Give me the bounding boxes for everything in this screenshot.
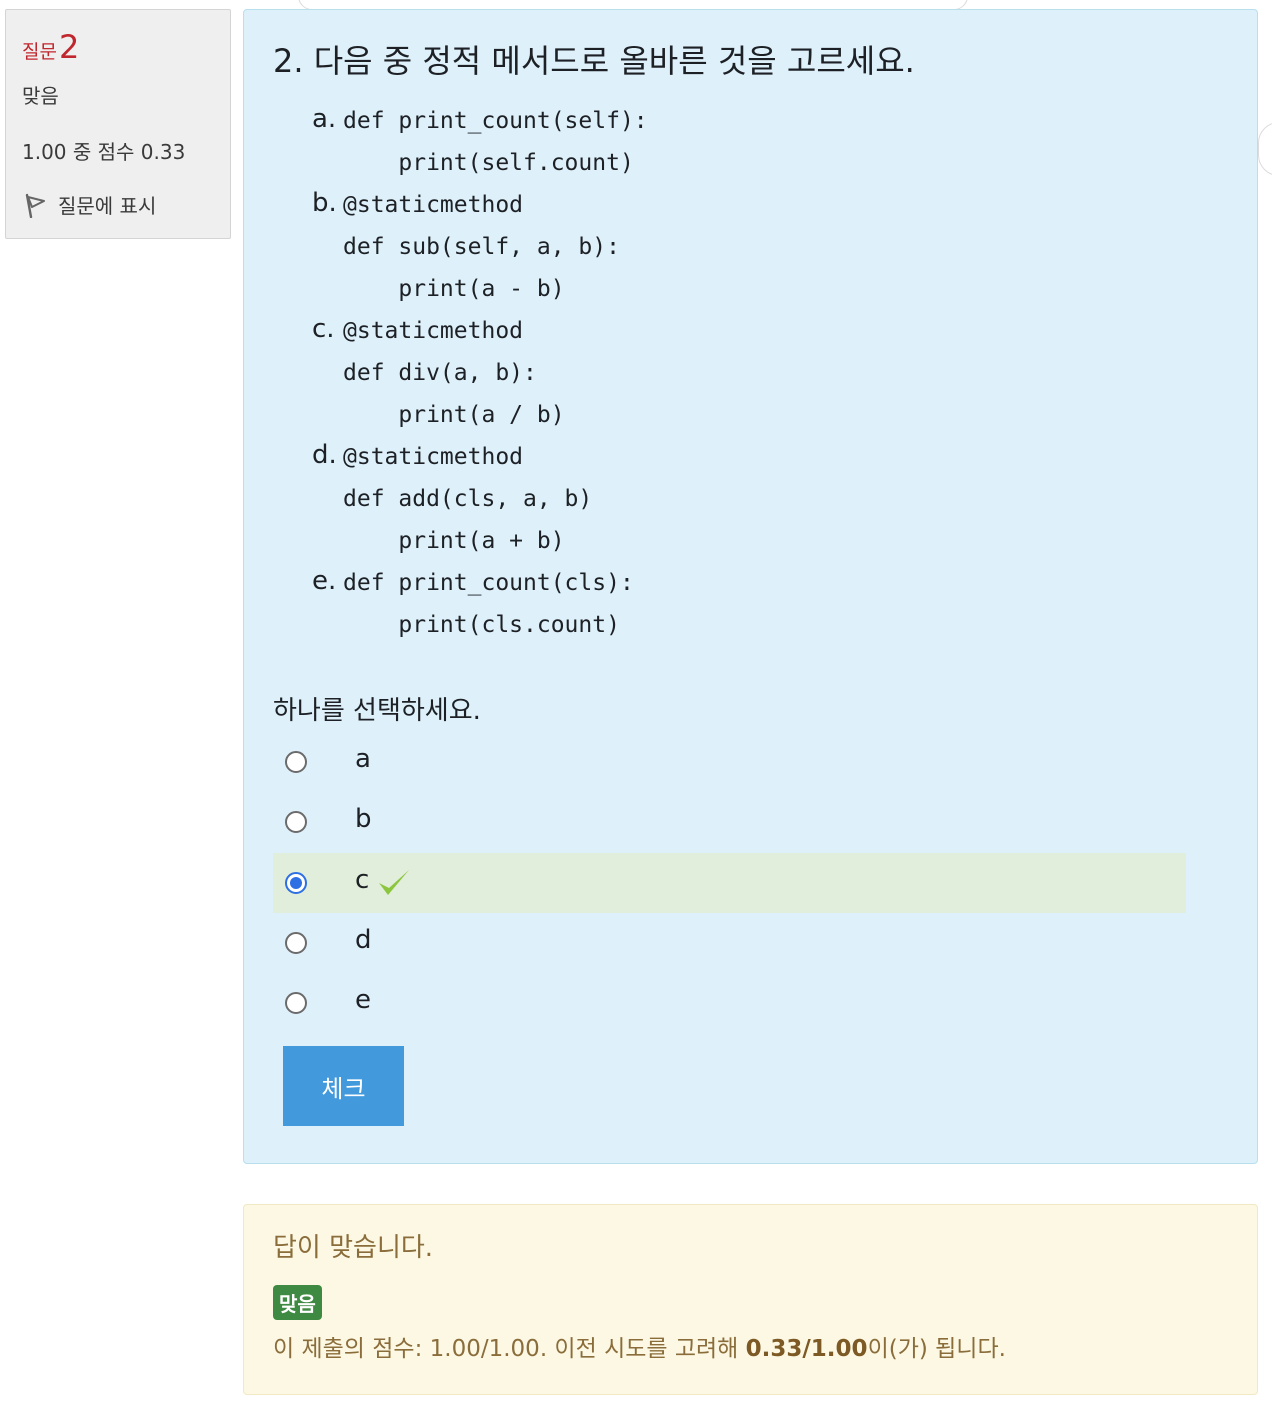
option-code-line: @staticmethod (343, 192, 524, 218)
check-button[interactable]: 체크 (283, 1046, 404, 1126)
feedback-box: 답이 맞습니다. 맞음 이 제출의 점수: 1.00/1.00. 이전 시도를 … (243, 1204, 1258, 1395)
answer-option[interactable]: c (273, 853, 1186, 913)
option-code-line: print(cls.count) (343, 612, 620, 638)
answer-label[interactable]: c (355, 865, 369, 895)
feedback-message: 답이 맞습니다. (273, 1233, 434, 1263)
option-code-line: def sub(self, a, b): (343, 234, 620, 260)
answer-radio[interactable] (285, 751, 307, 773)
option-letter: a. (312, 104, 337, 134)
answer-label[interactable]: e (355, 985, 371, 1015)
answer-option[interactable]: b (273, 792, 1186, 852)
question-grade: 1.00 중 점수 0.33 (22, 140, 186, 164)
option-code-line: print(a + b) (343, 528, 565, 554)
option-code-line: @staticmethod (343, 444, 524, 470)
answer-option[interactable]: a (273, 732, 1186, 792)
right-edge-control[interactable] (1258, 122, 1272, 176)
question-info-box: 질문2 맞음 1.00 중 점수 0.33 질문에 표시 (5, 9, 231, 239)
option-code-line: def add(cls, a, b) (343, 486, 593, 512)
question-text: 2. 다음 중 정적 메서드로 올바른 것을 고르세요. (273, 42, 915, 80)
option-code-line: print(self.count) (343, 150, 634, 176)
option-code-line: print(a - b) (343, 276, 565, 302)
question-number-value: 2 (58, 28, 80, 66)
flag-question-label: 질문에 표시 (58, 194, 157, 218)
answer-radio[interactable] (285, 992, 307, 1014)
answer-radio[interactable] (285, 811, 307, 833)
feedback-grade-bold: 0.33/1.00 (745, 1336, 868, 1362)
flag-icon (25, 193, 45, 218)
answer-label[interactable]: d (355, 925, 372, 955)
option-code-line: def print_count(cls): (343, 570, 634, 596)
answer-option[interactable]: d (273, 913, 1186, 973)
option-code-line: print(a / b) (343, 402, 565, 428)
question-state: 맞음 (22, 84, 59, 108)
answer-option[interactable]: e (273, 973, 1186, 1033)
correct-badge: 맞음 (273, 1285, 322, 1320)
option-letter: e. (312, 566, 337, 596)
question-content: 2. 다음 중 정적 메서드로 올바른 것을 고르세요. a. def print… (243, 9, 1258, 1164)
option-code-line: def div(a, b): (343, 360, 537, 386)
option-letter: b. (312, 188, 337, 218)
answer-prompt: 하나를 선택하세요. (273, 696, 481, 726)
feedback-grade-prefix: 이 제출의 점수: 1.00/1.00. 이전 시도를 고려해 (273, 1336, 746, 1362)
option-code-line: def print_count(self): (343, 108, 648, 134)
option-letter: d. (312, 440, 337, 470)
correct-check-icon (379, 870, 409, 895)
question-number-label: 질문 (22, 41, 57, 63)
feedback-grade-suffix: 이(가) 됩니다. (867, 1336, 1006, 1362)
answer-radio[interactable] (285, 872, 307, 894)
answer-label[interactable]: a (355, 744, 371, 774)
question-number: 질문2 (22, 28, 79, 66)
flag-question-button[interactable]: 질문에 표시 (22, 190, 156, 219)
option-letter: c. (312, 314, 335, 344)
feedback-grade: 이 제출의 점수: 1.00/1.00. 이전 시도를 고려해 0.33/1.0… (273, 1329, 1006, 1363)
option-code-line: @staticmethod (343, 318, 524, 344)
answer-radio[interactable] (285, 932, 307, 954)
answer-label[interactable]: b (355, 804, 372, 834)
